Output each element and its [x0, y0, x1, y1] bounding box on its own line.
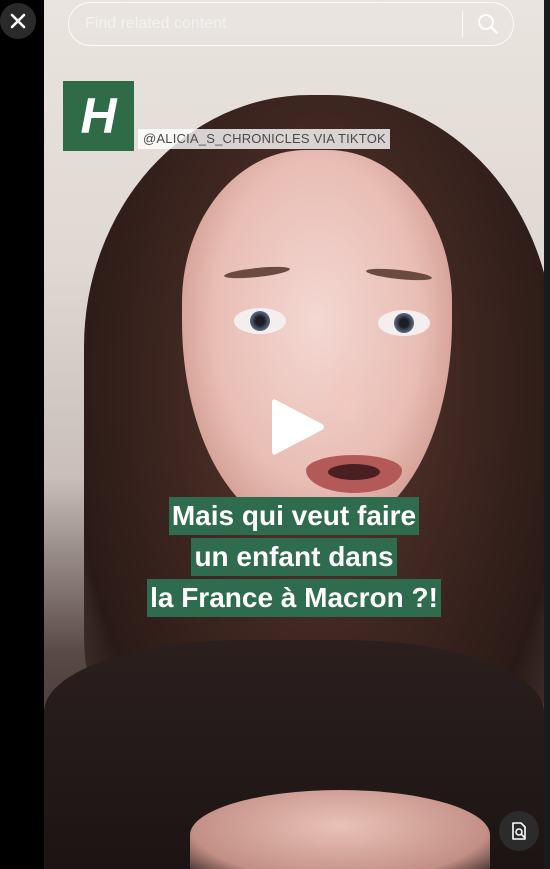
search-button[interactable] — [463, 4, 513, 44]
video-viewer: H @ALICIA_S_CHRONICLES VIA TIKTOK Mais q… — [0, 0, 550, 869]
caption-line-1: Mais qui veut faire — [168, 497, 420, 535]
publisher-logo-letter: H — [80, 88, 117, 144]
search-bar — [68, 2, 514, 46]
subject-eye-left — [234, 308, 286, 334]
search-icon — [478, 14, 499, 35]
subject-nose — [326, 350, 366, 420]
play-icon — [272, 399, 324, 455]
side-strip — [544, 0, 550, 869]
caption-line-2: un enfant dans — [191, 538, 397, 576]
visual-search-button[interactable] — [499, 811, 539, 851]
search-input[interactable] — [69, 3, 462, 45]
scan-search-icon — [512, 822, 526, 840]
caption-line-3: la France à Macron ?! — [147, 579, 441, 617]
subject-eye-right — [378, 310, 430, 336]
publisher-logo: H — [63, 81, 134, 151]
play-button[interactable] — [266, 396, 328, 458]
close-button[interactable] — [0, 3, 36, 39]
video-caption: Mais qui veut faire un enfant dans la Fr… — [44, 497, 544, 620]
source-credit: @ALICIA_S_CHRONICLES VIA TIKTOK — [138, 129, 390, 149]
close-icon — [10, 13, 26, 29]
